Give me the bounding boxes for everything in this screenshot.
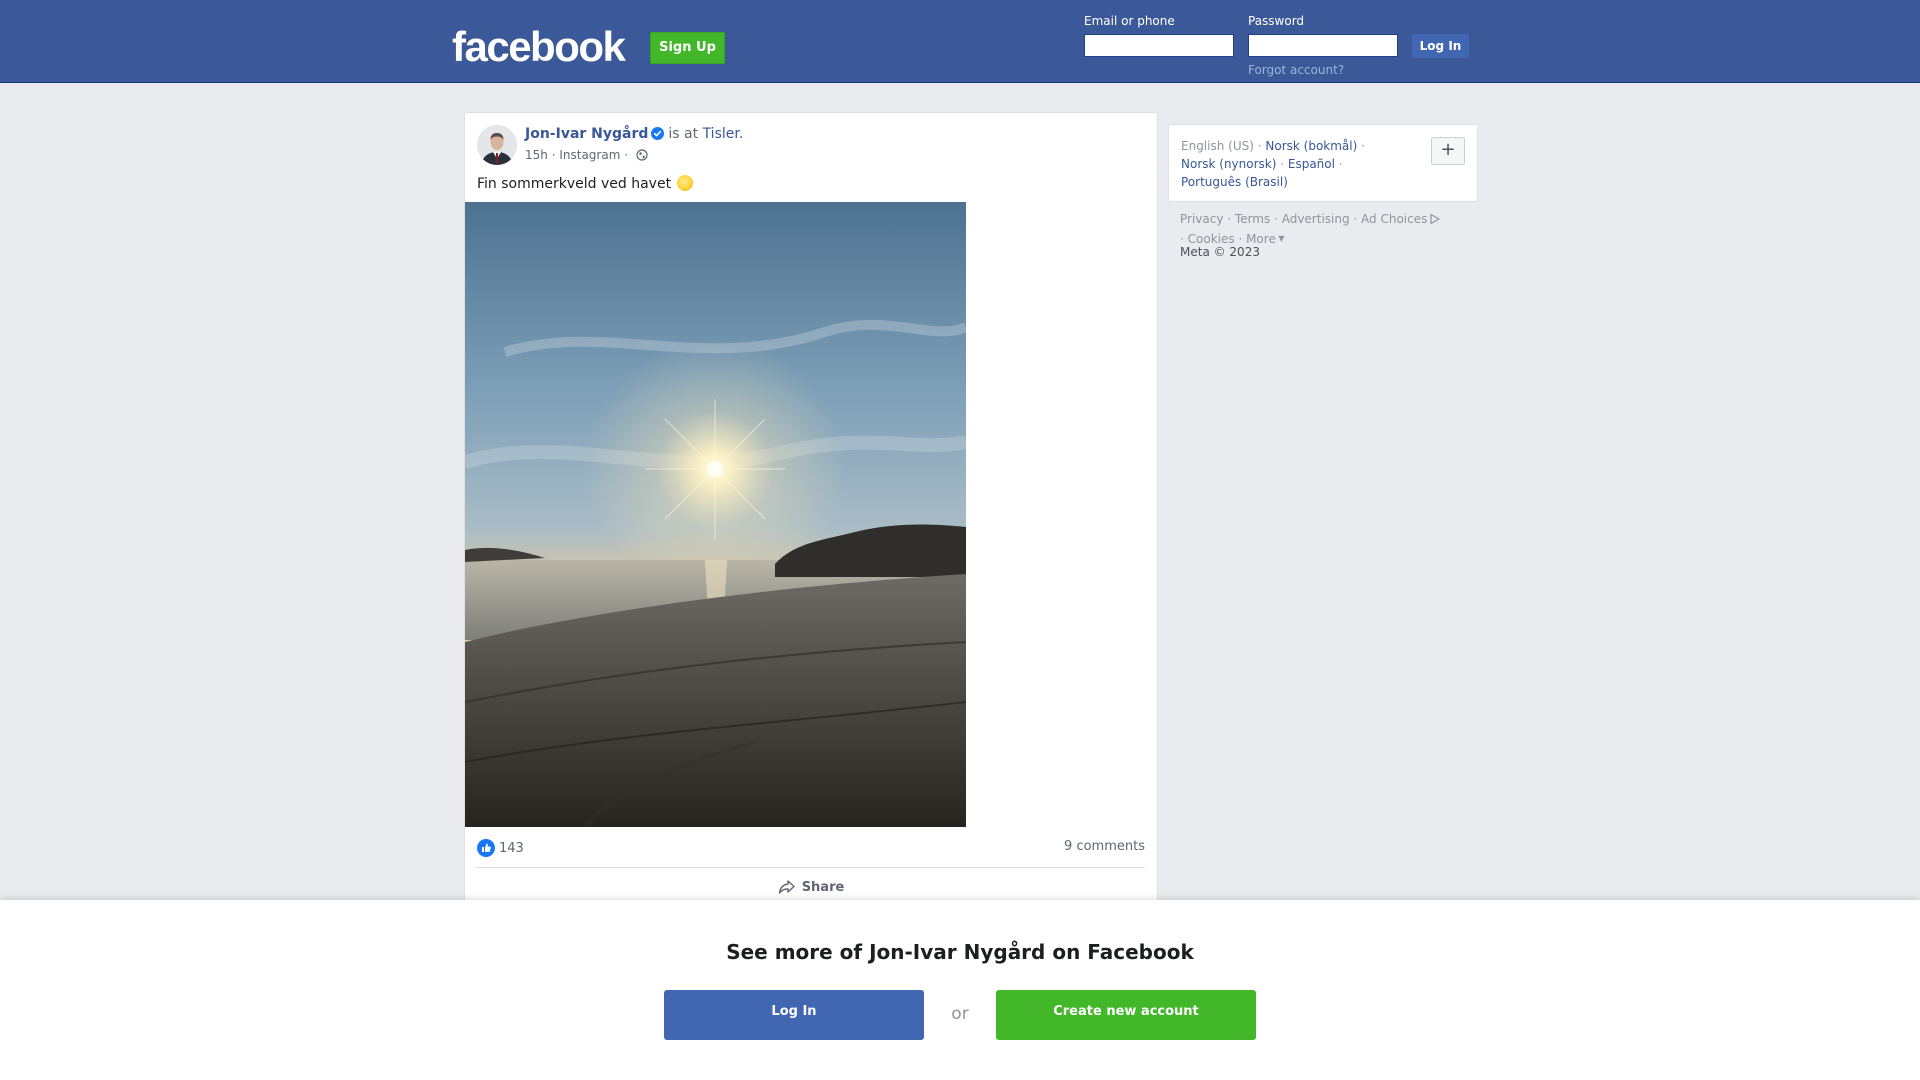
footer-advertising[interactable]: Advertising bbox=[1282, 212, 1350, 226]
password-field[interactable] bbox=[1248, 34, 1398, 57]
reactions[interactable]: 143 bbox=[477, 839, 524, 857]
separator: · bbox=[1357, 139, 1365, 153]
or-text: or bbox=[951, 1004, 969, 1024]
overlay-login-button[interactable]: Log In bbox=[664, 990, 924, 1040]
post-source: Instagram bbox=[559, 148, 621, 162]
footer-privacy[interactable]: Privacy bbox=[1180, 212, 1223, 226]
email-label: Email or phone bbox=[1084, 14, 1175, 28]
language-current: English (US) bbox=[1181, 139, 1254, 153]
footer-cookies[interactable]: Cookies bbox=[1188, 232, 1235, 246]
like-icon bbox=[477, 839, 495, 857]
divider bbox=[477, 867, 1145, 868]
caret-down-icon[interactable]: ▼ bbox=[1276, 234, 1284, 243]
top-bar: facebook Sign Up Email or phone Password… bbox=[0, 0, 1920, 83]
post-text: Fin sommerkveld ved havet bbox=[477, 175, 694, 192]
login-button[interactable]: Log In bbox=[1412, 34, 1469, 58]
top-bar-content: facebook Sign Up Email or phone Password… bbox=[452, 0, 1478, 82]
facebook-logo[interactable]: facebook bbox=[452, 22, 626, 72]
is-at-text: is at bbox=[668, 126, 699, 142]
author-name[interactable]: Jon-Ivar Nygård bbox=[525, 126, 648, 142]
sun-emoji-icon bbox=[677, 175, 694, 191]
forgot-account-link[interactable]: Forgot account? bbox=[1248, 63, 1344, 77]
login-prompt-sheet: See more of Jon-Ivar Nygård on Facebook … bbox=[0, 900, 1920, 1080]
footer-links: Privacy · Terms · Advertising · Ad Choic… bbox=[1180, 210, 1480, 248]
sign-up-button[interactable]: Sign Up bbox=[650, 32, 725, 64]
post-card: Jon-Ivar Nygård is at Tisler. 15h · Insta… bbox=[464, 112, 1158, 912]
like-count: 143 bbox=[499, 841, 524, 856]
share-icon bbox=[778, 879, 796, 899]
language-espanol[interactable]: Español bbox=[1288, 157, 1335, 171]
ad-choices-icon[interactable] bbox=[1429, 212, 1441, 230]
language-list: English (US) · Norsk (bokmål) · Norsk (n… bbox=[1181, 137, 1411, 191]
footer-ad-choices[interactable]: Ad Choices bbox=[1361, 212, 1427, 226]
meta-separator: · bbox=[624, 148, 629, 162]
place-link[interactable]: Tisler. bbox=[703, 126, 744, 142]
create-account-button[interactable]: Create new account bbox=[996, 990, 1256, 1040]
separator: · bbox=[1253, 139, 1266, 153]
language-norsk-bokmal[interactable]: Norsk (bokmål) bbox=[1265, 139, 1357, 153]
language-selector: English (US) · Norsk (bokmål) · Norsk (n… bbox=[1168, 124, 1478, 202]
see-more-title: See more of Jon-Ivar Nygård on Facebook bbox=[726, 940, 1194, 964]
more-languages-button[interactable]: + bbox=[1431, 137, 1465, 165]
share-button[interactable]: Share bbox=[465, 879, 1157, 899]
password-label: Password bbox=[1248, 14, 1305, 28]
post-text-content: Fin sommerkveld ved havet bbox=[477, 176, 672, 192]
post-header: Jon-Ivar Nygård is at Tisler. bbox=[525, 126, 743, 144]
footer-terms[interactable]: Terms bbox=[1235, 212, 1270, 226]
share-label: Share bbox=[801, 880, 845, 895]
post-meta: 15h · Instagram · bbox=[525, 148, 648, 164]
language-norsk-nynorsk[interactable]: Norsk (nynorsk) bbox=[1181, 157, 1276, 171]
post-time[interactable]: 15h bbox=[525, 148, 548, 162]
separator: · bbox=[1334, 157, 1343, 171]
avatar[interactable] bbox=[477, 125, 517, 165]
comments-count[interactable]: 9 comments bbox=[1064, 839, 1145, 854]
verified-badge-icon bbox=[651, 127, 665, 144]
globe-icon bbox=[636, 149, 648, 164]
copyright: Meta © 2023 bbox=[1180, 245, 1260, 259]
separator: · bbox=[1349, 212, 1362, 226]
email-field[interactable] bbox=[1084, 34, 1234, 57]
separator: · bbox=[1223, 212, 1235, 226]
separator: · bbox=[1180, 232, 1188, 246]
separator: · bbox=[1276, 157, 1288, 171]
language-portugues[interactable]: Português (Brasil) bbox=[1181, 175, 1288, 189]
separator: · bbox=[1234, 232, 1247, 246]
post-photo[interactable] bbox=[465, 202, 966, 827]
footer-more[interactable]: More bbox=[1246, 232, 1276, 246]
separator: · bbox=[1270, 212, 1282, 226]
